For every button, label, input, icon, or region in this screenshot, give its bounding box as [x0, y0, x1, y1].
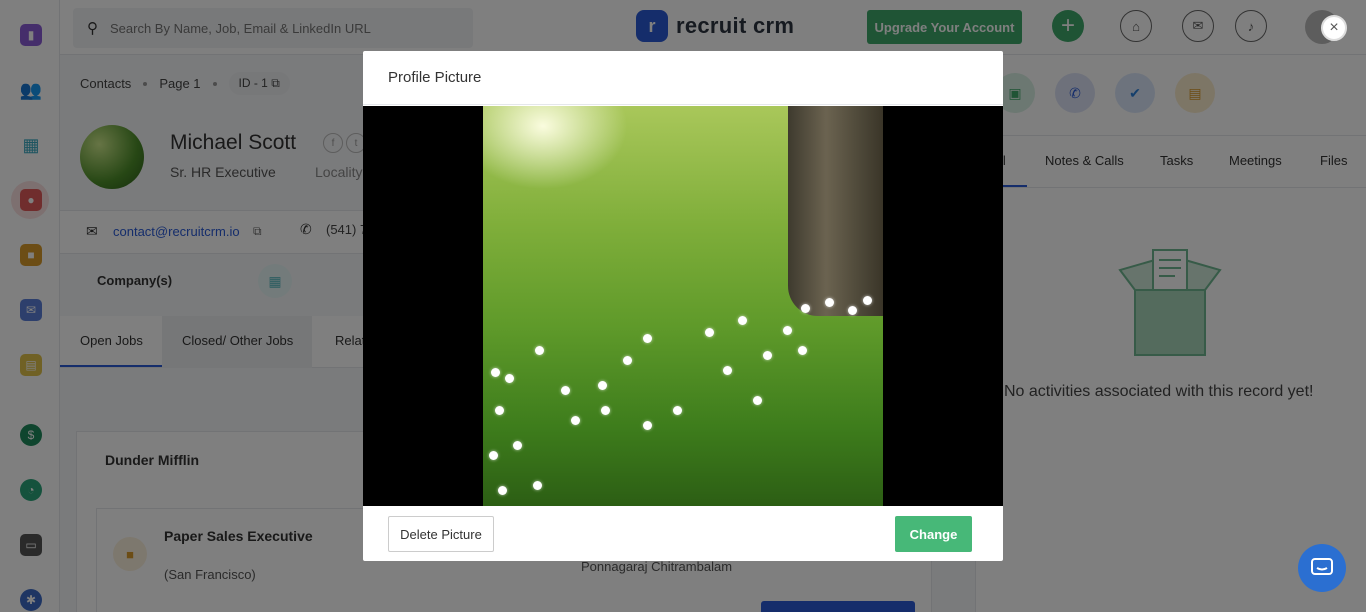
tree-trunk-graphic: [788, 106, 883, 316]
chat-bubble-icon: [1311, 558, 1333, 575]
profile-picture-preview: [483, 106, 883, 506]
image-preview-area: [363, 106, 1003, 506]
change-picture-button[interactable]: Change: [895, 516, 972, 552]
chat-support-icon[interactable]: [1298, 544, 1346, 592]
modal-footer: Delete Picture Change: [363, 506, 1003, 561]
modal-title: Profile Picture: [363, 51, 1003, 105]
profile-picture-modal: Profile Picture Delete Picture Change: [363, 51, 1003, 561]
delete-picture-button[interactable]: Delete Picture: [388, 516, 494, 552]
close-icon[interactable]: ×: [1321, 15, 1347, 41]
